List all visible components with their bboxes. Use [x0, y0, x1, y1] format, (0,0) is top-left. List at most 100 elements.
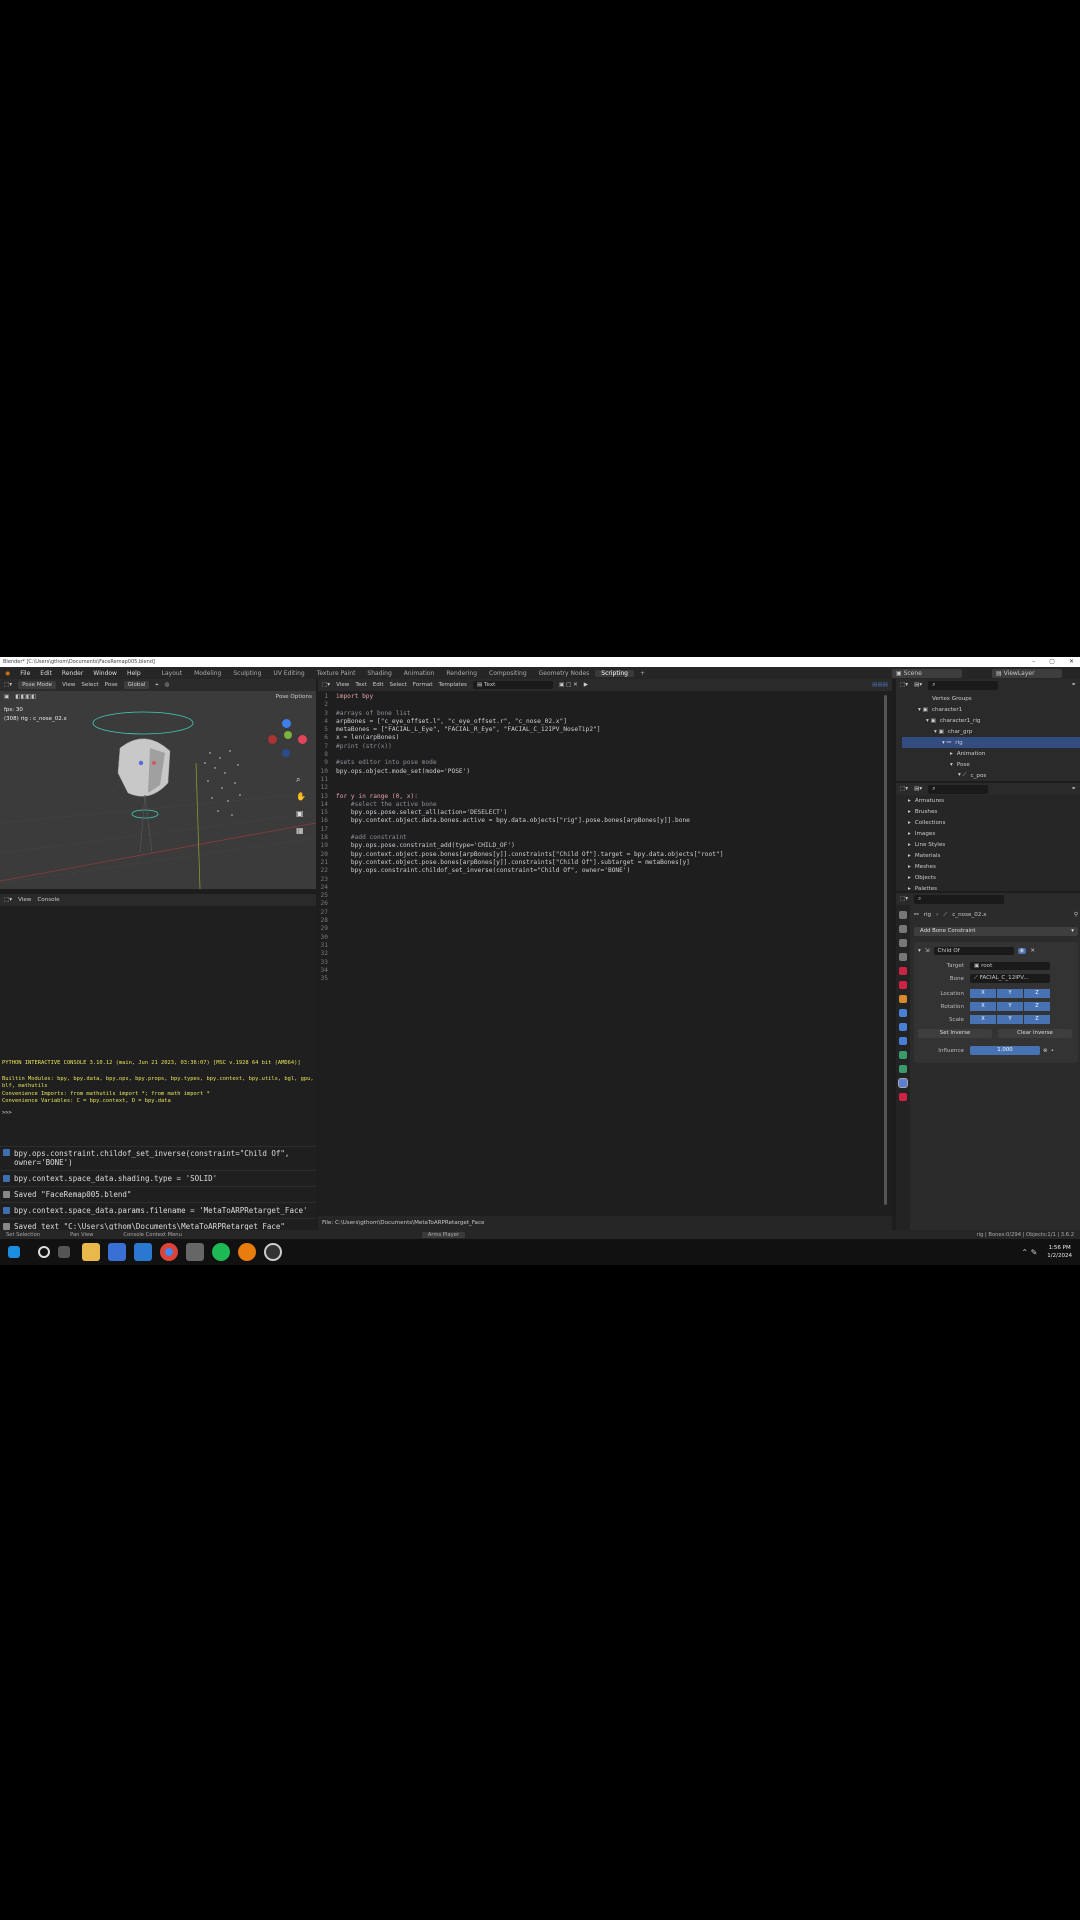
text-menu-select[interactable]: Select	[390, 682, 407, 688]
code-line[interactable]: #arrays of bone list	[336, 710, 723, 718]
navigation-gizmo[interactable]	[268, 719, 308, 759]
code-line[interactable]	[336, 826, 723, 834]
code-line[interactable]	[336, 975, 723, 983]
blender-logo-icon[interactable]: ◉	[0, 670, 15, 677]
code-line[interactable]	[336, 776, 723, 784]
editor-type-icon[interactable]: ⬚▾	[4, 897, 12, 903]
code-line[interactable]: bpy.context.object.data.bones.active = b…	[336, 817, 723, 825]
code-line[interactable]	[336, 934, 723, 942]
tab-compositing[interactable]: Compositing	[483, 670, 533, 677]
store-icon[interactable]	[108, 1243, 126, 1261]
data-search[interactable]: ⌕	[928, 784, 989, 794]
viewport-menu-pose[interactable]: Pose	[105, 682, 118, 688]
modifier-tab-icon[interactable]	[899, 1009, 907, 1017]
data-item[interactable]: ▸ Armatures	[908, 795, 1080, 806]
code-line[interactable]: for y in range (0, x):	[336, 793, 723, 801]
scene-tab-icon[interactable]	[899, 967, 907, 975]
data-item[interactable]: ▸ Collections	[908, 817, 1080, 828]
text-editor[interactable]: ⬚▾ View Text Edit Select Format Template…	[318, 679, 892, 1230]
windows-start-icon[interactable]	[8, 1246, 20, 1258]
code-line[interactable]: bpy.ops.constraint.childof_set_inverse(c…	[336, 867, 723, 875]
output-tab-icon[interactable]	[899, 939, 907, 947]
text-scrollbar[interactable]	[884, 695, 887, 1205]
data-item[interactable]: ▸ Meshes	[908, 861, 1080, 872]
collapse-chevron-icon[interactable]: ▾	[918, 948, 921, 954]
editor-type-icon[interactable]: ⬚▾	[900, 682, 908, 688]
disable-keep-transform-icon[interactable]: ⊗	[1043, 1048, 1048, 1054]
history-item[interactable]: Saved "FaceRemap005.blend"	[0, 1186, 316, 1202]
console-menu-view[interactable]: View	[18, 897, 31, 903]
code-line[interactable]: bpy.ops.object.mode_set(mode='POSE')	[336, 768, 723, 776]
outliner-item[interactable]: ▾ ⟋ c_pos	[902, 770, 1080, 781]
clock[interactable]: 1:56 PM 1/2/2024	[1047, 1244, 1072, 1260]
tab-rendering[interactable]: Rendering	[440, 670, 483, 677]
editor-type-icon[interactable]: ⬚▾	[900, 786, 908, 792]
scale-toggles[interactable]: XYZ	[970, 1015, 1050, 1024]
data-item[interactable]: ▸ Brushes	[908, 806, 1080, 817]
code-line[interactable]: #sets editor into pose mode	[336, 759, 723, 767]
code-line[interactable]	[336, 925, 723, 933]
history-item[interactable]: bpy.context.space_data.shading.type = 'S…	[0, 1170, 316, 1186]
code-line[interactable]: bpy.ops.pose.constraint_add(type='CHILD_…	[336, 842, 723, 850]
bone-tab-icon[interactable]	[899, 1065, 907, 1073]
pose-options[interactable]: Pose Options	[276, 694, 312, 700]
properties-editor[interactable]: ⬚▾ ⌕ ⚯ rig › ⟋ c_nose_02.x ⚲ Add Bone Co…	[896, 893, 1080, 1230]
tab-sculpting[interactable]: Sculpting	[227, 670, 267, 677]
code-line[interactable]: #add constraint	[336, 834, 723, 842]
zoom-icon[interactable]: ⌕	[296, 771, 308, 788]
code-line[interactable]	[336, 876, 723, 884]
target-field[interactable]: ▣ root	[970, 961, 1050, 970]
view-layer-selector[interactable]: ▤ ViewLayer	[992, 668, 1062, 678]
code-line[interactable]: metaBones = ["FACIAL_L_Eye", "FACIAL_R_E…	[336, 726, 723, 734]
blend-data-browser[interactable]: ⬚▾ ▤▾ ⌕ ⏷ ▸ Armatures ▸ Brushes ▸ Collec…	[896, 783, 1080, 892]
tab-shading[interactable]: Shading	[361, 670, 397, 677]
mode-selector[interactable]: Pose Mode	[18, 681, 57, 689]
orientation-selector[interactable]: Global	[123, 681, 150, 689]
enable-constraint-icon[interactable]: ◉	[1017, 948, 1027, 954]
text-datablock-selector[interactable]: ▤ Text	[472, 681, 553, 689]
display-mode-icon[interactable]: ▤▾	[914, 786, 922, 792]
text-menu-format[interactable]: Format	[413, 682, 433, 688]
tab-scripting[interactable]: Scripting	[595, 669, 634, 677]
code-line[interactable]	[336, 900, 723, 908]
code-line[interactable]	[336, 942, 723, 950]
minimize-icon[interactable]: –	[1032, 658, 1035, 665]
menu-render[interactable]: Render	[57, 670, 88, 677]
file-explorer-icon[interactable]	[82, 1243, 100, 1261]
code-line[interactable]: bpy.ops.pose.select_all(action='DESELECT…	[336, 809, 723, 817]
code-line[interactable]	[336, 959, 723, 967]
tool-tab-icon[interactable]	[899, 911, 907, 919]
code-line[interactable]	[336, 884, 723, 892]
tray-icons[interactable]: ⌃ ✎	[1021, 1248, 1037, 1257]
line-numbers-toggle-icon[interactable]: ▤▤▤	[872, 682, 888, 688]
code-line[interactable]: bpy.context.object.pose.bones[arpBones[y…	[336, 859, 723, 867]
grid-view-icon[interactable]: ▦	[296, 822, 308, 839]
code-area[interactable]: 1 2 3 4 5 6 7 8 9 10 11 12 13 14 15 16 17 18 19 20 21 22 23 24 2…	[318, 693, 888, 1211]
set-inverse-button[interactable]: Set Inverse	[918, 1029, 992, 1038]
texture-tab-icon[interactable]	[899, 1093, 907, 1101]
scene-selector[interactable]: ▣ Scene	[892, 668, 962, 678]
code-line[interactable]: #print (str(x))	[336, 743, 723, 751]
keyframe-dot-icon[interactable]: •	[1051, 1048, 1054, 1054]
code-line[interactable]: bpy.context.object.pose.bones[arpBones[y…	[336, 851, 724, 859]
obs-icon[interactable]	[264, 1243, 282, 1261]
remove-constraint-icon[interactable]: ✕	[1030, 948, 1035, 954]
constraint-name-field[interactable]: Child Of	[933, 947, 1014, 955]
data-item[interactable]: ▸ Objects	[908, 872, 1080, 883]
view-layer-tab-icon[interactable]	[899, 953, 907, 961]
filter-icon[interactable]: ⏷	[1072, 786, 1076, 793]
outliner[interactable]: ⬚▾ ▤▾ ⌕ ⏷ Vertex Groups ▾ ▣ character1 ▾…	[896, 679, 1080, 781]
tab-geometry-nodes[interactable]: Geometry Nodes	[533, 670, 596, 677]
filter-icon[interactable]: ⏷	[1072, 682, 1076, 689]
bone-constraint-tab-icon[interactable]	[898, 1078, 908, 1088]
console-menu-console[interactable]: Console	[37, 897, 59, 903]
outliner-item[interactable]: Vertex Groups	[902, 693, 1080, 704]
properties-search[interactable]: ⌕	[914, 894, 1005, 904]
spotify-icon[interactable]	[212, 1243, 230, 1261]
blender-app-icon[interactable]	[238, 1243, 256, 1261]
display-mode-icon[interactable]: ▤▾	[914, 682, 922, 688]
outliner-item[interactable]: ▸ Animation	[902, 748, 1080, 759]
physics-tab-icon[interactable]	[899, 1023, 907, 1031]
add-bone-constraint-button[interactable]: Add Bone Constraint ▾	[914, 927, 1078, 936]
snap-icon[interactable]: ⌖	[155, 682, 158, 689]
